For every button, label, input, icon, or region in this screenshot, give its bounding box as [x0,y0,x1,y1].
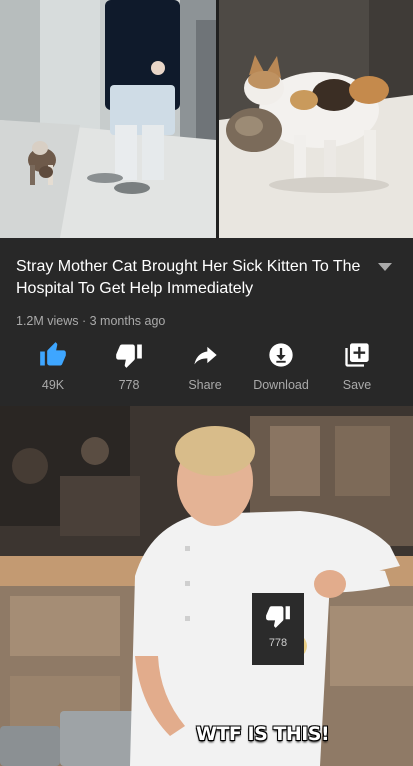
share-label: Share [188,378,222,392]
like-count: 49K [41,378,65,392]
chevron-down-icon[interactable] [377,262,393,272]
save-icon [345,343,369,367]
download-button[interactable]: Download [241,341,321,397]
download-label: Download [253,378,309,392]
overlay-dislike-count: 778 [268,637,288,649]
thumbs-up-icon [40,342,66,366]
save-label: Save [342,378,372,392]
like-button[interactable]: 49K [13,341,93,397]
cat-carrying-kitten-illustration [219,0,413,238]
video-action-bar: 49K 778 Share Download Save [0,341,413,397]
hospital-corridor-photo [0,0,216,238]
video-title: Stray Mother Cat Brought Her Sick Kitten… [16,258,361,297]
chef-reaction-illustration [0,406,413,766]
video-thumbnail-strip [0,0,413,238]
meme-reaction-image: 778 WTF IS THIS! [0,406,413,766]
share-icon [194,346,217,365]
thumbs-down-icon [116,344,142,368]
share-button[interactable]: Share [165,341,245,397]
meme-caption: WTF IS THIS! [196,723,330,745]
cat-carrying-kitten-photo [219,0,413,238]
download-icon [269,343,293,367]
dislike-count: 778 [118,378,140,392]
thumbs-down-icon [266,606,290,628]
dislike-button[interactable]: 778 [89,341,169,397]
video-meta: 1.2M views · 3 months ago [16,314,166,328]
hospital-corridor-illustration [0,0,216,238]
save-button[interactable]: Save [317,341,397,397]
dislike-overlay-badge: 778 [252,593,304,665]
video-info-panel: Stray Mother Cat Brought Her Sick Kitten… [0,238,413,406]
